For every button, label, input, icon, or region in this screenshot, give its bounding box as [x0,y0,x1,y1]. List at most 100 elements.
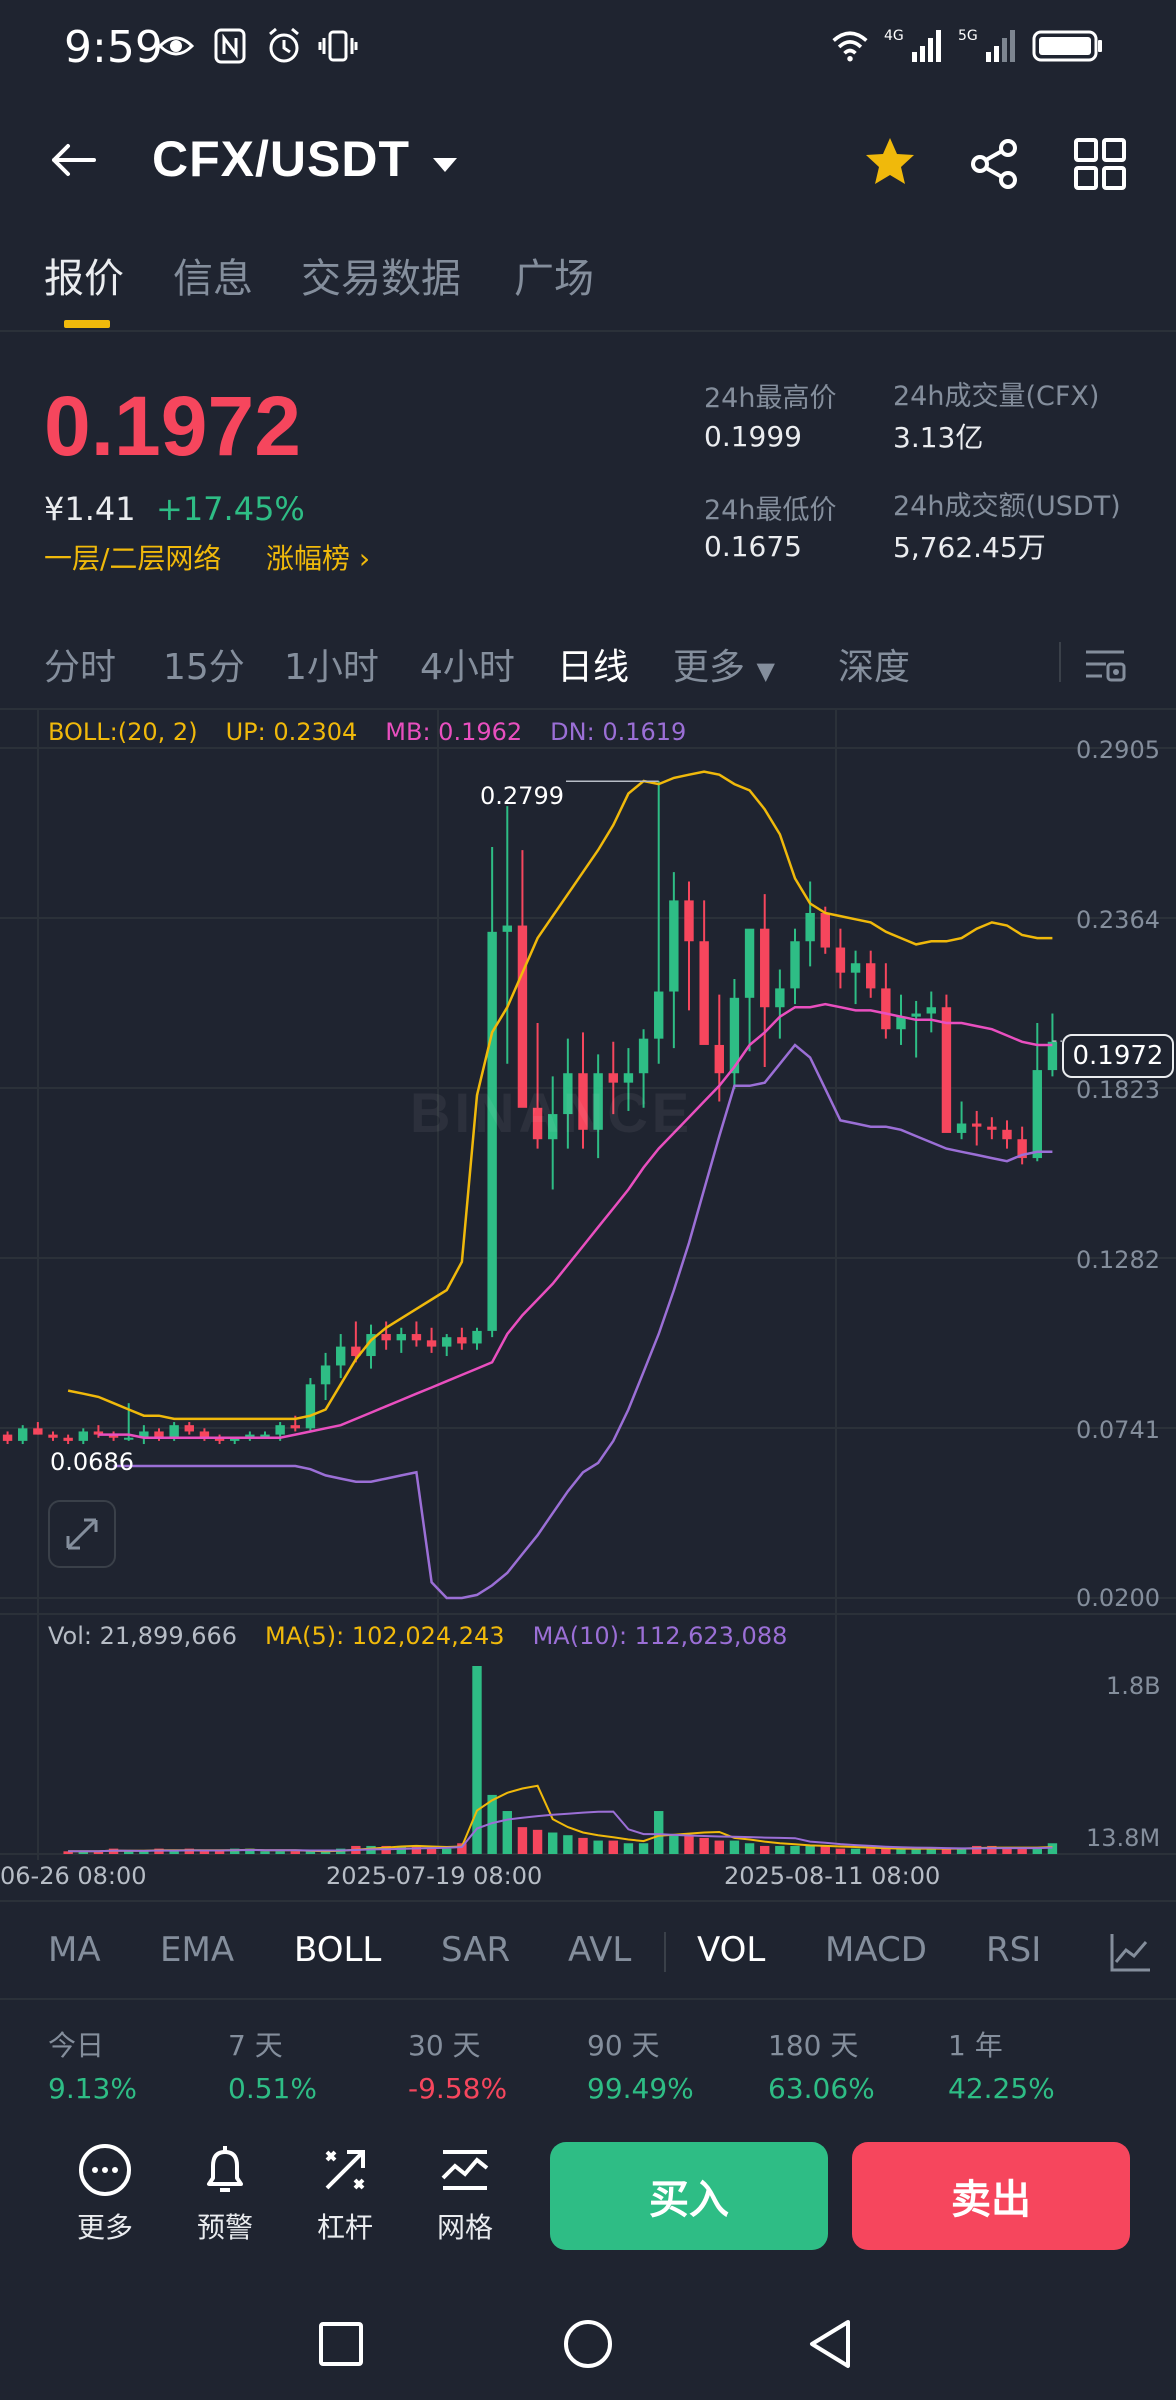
volume-bar [1017,1848,1027,1854]
status-bar: 9:59 4G 5G [0,0,1176,100]
candle-body [411,1334,422,1341]
volume-bar [684,1835,694,1854]
alert-label: 预警 [196,2211,253,2244]
leverage-button[interactable]: 杠杆 [295,2142,395,2252]
volume-bar [426,1848,437,1854]
price-change: +17.45% [156,490,305,528]
volume-bar [260,1851,270,1854]
perf-value: -9.58% [408,2072,508,2105]
expand-chart-button[interactable] [48,1500,116,1568]
candle-body [396,1334,406,1341]
volume-bar [608,1840,618,1854]
grid-trading-button[interactable]: 网格 [415,2142,515,2252]
vol-ma10-line [68,1810,1053,1853]
interval-depth[interactable]: 深度 [838,638,910,690]
more-dots-icon [79,2144,131,2196]
vol-ma10: MA(10): 112,623,088 [532,1622,788,1650]
share-icon[interactable] [966,136,1022,192]
buy-button[interactable]: 买入 [550,2142,828,2250]
vol-ma5: MA(5): 102,024,243 [265,1622,505,1650]
interval-1d[interactable]: 日线 [557,638,629,690]
sell-button[interactable]: 卖出 [852,2142,1130,2250]
tab-square[interactable]: 广场 [514,246,594,304]
price-axis-label: 0.1282 [1076,1246,1160,1274]
candle-body [820,912,830,948]
boll-legend: BOLL:(20, 2) UP: 0.2304 MB: 0.1962 DN: 0… [48,718,686,746]
candle-body [78,1431,88,1441]
pair-title[interactable]: CFX/USDT [152,130,410,188]
top-tabs: 报价 信息 交易数据 广场 [0,240,1176,332]
divider [1059,642,1061,682]
stat-low-label: 24h最低价 [704,495,837,526]
alert-button[interactable]: 预警 [175,2142,275,2252]
status-time: 9:59 [64,22,163,73]
more-button[interactable]: 更多 [55,2142,155,2252]
leverage-icon [325,2150,365,2190]
chart-settings-icon[interactable] [1080,640,1130,690]
indicator-ma[interactable]: MA [48,1930,101,1970]
perf-label: 1 年 [948,2029,1003,2062]
boll-mb: MB: 0.1962 [385,718,523,746]
candle-body [866,963,876,989]
grid-menu-icon[interactable] [1072,136,1128,192]
candle-body [426,1340,437,1347]
indicator-sar[interactable]: SAR [441,1930,510,1970]
star-icon[interactable] [862,134,918,190]
stat-turnover-label: 24h成交额(USDT) [893,491,1121,522]
battery-icon [1032,26,1104,66]
indicator-ema[interactable]: EMA [160,1930,234,1970]
volume-bar [563,1835,573,1854]
boll-up: UP: 0.2304 [225,718,358,746]
back-nav-icon[interactable] [800,2314,860,2374]
volume-bar [502,1811,512,1854]
header: CFX/USDT [0,110,1176,220]
tab-trading-data[interactable]: 交易数据 [301,246,461,304]
candle-body [442,1337,452,1347]
indicator-settings-icon[interactable] [1106,1928,1154,1976]
candle-body [790,941,800,989]
candle-body [881,988,891,1030]
volume-bar [805,1845,815,1854]
alarm-icon [264,26,304,66]
indicator-vol[interactable]: VOL [697,1930,765,1970]
interval-15m[interactable]: 15分 [163,638,245,690]
caret-down-icon[interactable] [430,150,460,180]
indicator-boll[interactable]: BOLL [294,1930,381,1970]
eye-icon [156,26,196,66]
leverage-label: 杠杆 [316,2211,373,2244]
recent-apps-icon[interactable] [311,2314,371,2374]
volume-bar [517,1827,528,1854]
interval-1h[interactable]: 1小时 [284,638,379,690]
volume-bar [623,1843,634,1854]
network-tag[interactable]: 一层/二层网络 [44,537,221,577]
interval-more[interactable]: 更多 ▼ [673,638,775,690]
interval-4h[interactable]: 4小时 [420,638,515,690]
indicator-rsi[interactable]: RSI [986,1930,1041,1970]
tab-quote[interactable]: 报价 [44,246,124,304]
volume-bar [638,1843,649,1854]
divider [664,1932,666,1972]
price-axis-label: 0.0741 [1076,1416,1160,1444]
vol-legend: Vol: 21,899,666 MA(5): 102,024,243 MA(10… [48,1622,787,1650]
volume-bar [411,1845,422,1854]
tab-info[interactable]: 信息 [173,246,253,304]
net1-text: 4G [884,28,904,44]
interval-timeline[interactable]: 分时 [44,638,116,690]
indicator-avl[interactable]: AVL [568,1930,631,1970]
volume-bar [729,1840,740,1854]
candle-body [835,947,846,973]
candle-body [2,1434,13,1441]
candle-body [305,1384,316,1429]
grid-label: 网格 [436,2211,493,2244]
candle-body [63,1437,73,1441]
volume-bar [790,1845,800,1854]
volume-bar [760,1845,770,1854]
gainers-link[interactable]: 涨幅榜 › [266,537,370,577]
volume-bar [699,1837,709,1854]
caret-down-icon: ▼ [756,657,775,685]
back-arrow-icon[interactable] [44,130,104,190]
indicator-macd[interactable]: MACD [825,1930,927,1970]
kline-chart[interactable]: BINANCE BOLL:(20, 2) UP: 0.2304 MB: 0.19… [0,710,1176,1900]
grid-trading-icon [441,2150,489,2190]
home-icon[interactable] [558,2314,618,2374]
